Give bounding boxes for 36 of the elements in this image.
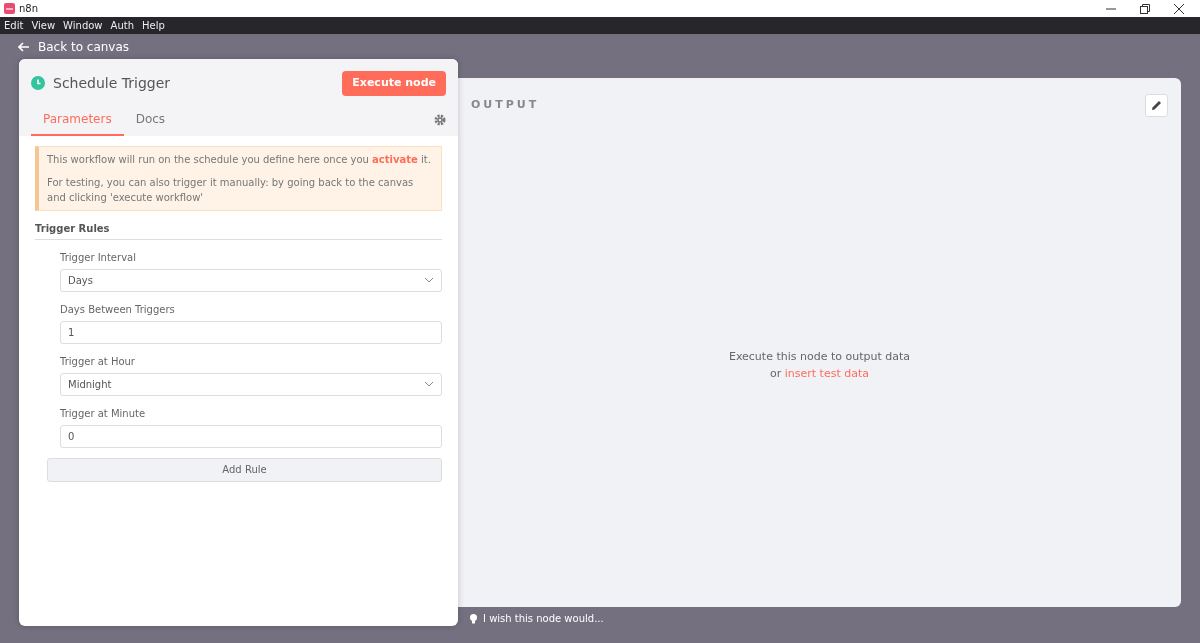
menu-item[interactable]: Window xyxy=(63,18,103,33)
edit-button[interactable] xyxy=(1145,94,1168,117)
menu-item[interactable]: Help xyxy=(142,18,165,33)
or-text: or xyxy=(770,366,782,380)
chevron-down-icon xyxy=(424,277,434,283)
window-title: n8n xyxy=(19,2,39,16)
tab[interactable]: Docs xyxy=(123,103,178,136)
dropdown-field[interactable]: Midnight xyxy=(60,372,442,396)
empty-output-message: Execute this node to output data xyxy=(727,349,912,365)
app-logo-icon xyxy=(4,3,15,14)
close-icon[interactable] xyxy=(1174,3,1184,14)
output-title: OUTPUT xyxy=(471,97,540,114)
section-heading: Trigger Rules xyxy=(35,220,442,240)
node-title: Schedule Trigger xyxy=(53,73,171,93)
menu-item[interactable]: Edit xyxy=(4,18,24,33)
feedback-link[interactable]: I wish this node would... xyxy=(483,611,604,626)
field-label: Trigger at Hour xyxy=(60,354,136,369)
menu-item[interactable]: View xyxy=(31,18,56,33)
clock-icon xyxy=(31,76,45,91)
lightbulb-icon xyxy=(470,613,477,624)
add-rule-button[interactable]: Add Rule xyxy=(47,457,442,482)
back-link[interactable]: Back to canvas xyxy=(38,37,130,56)
back-arrow-icon[interactable] xyxy=(18,41,30,52)
field-label: Trigger Interval xyxy=(60,250,137,265)
notice-text: For testing, you can also trigger it manually: by going back to the canvas and clicking 'execute workflow' xyxy=(47,175,415,205)
pencil-icon xyxy=(1151,100,1162,111)
dropdown-field[interactable]: Days xyxy=(60,268,442,292)
chevron-down-icon xyxy=(424,381,434,387)
field-label: Trigger at Minute xyxy=(60,406,147,421)
menu-item[interactable]: Auth xyxy=(110,18,134,33)
input-field[interactable]: 1 xyxy=(60,320,442,344)
restore-icon[interactable] xyxy=(1140,3,1150,14)
notice-text: This workflow will run on the schedule you define here once you activate it. xyxy=(47,152,432,167)
input-field[interactable]: 0 xyxy=(60,424,442,448)
field-label: Days Between Triggers xyxy=(60,302,176,317)
settings-icon[interactable] xyxy=(434,113,446,126)
